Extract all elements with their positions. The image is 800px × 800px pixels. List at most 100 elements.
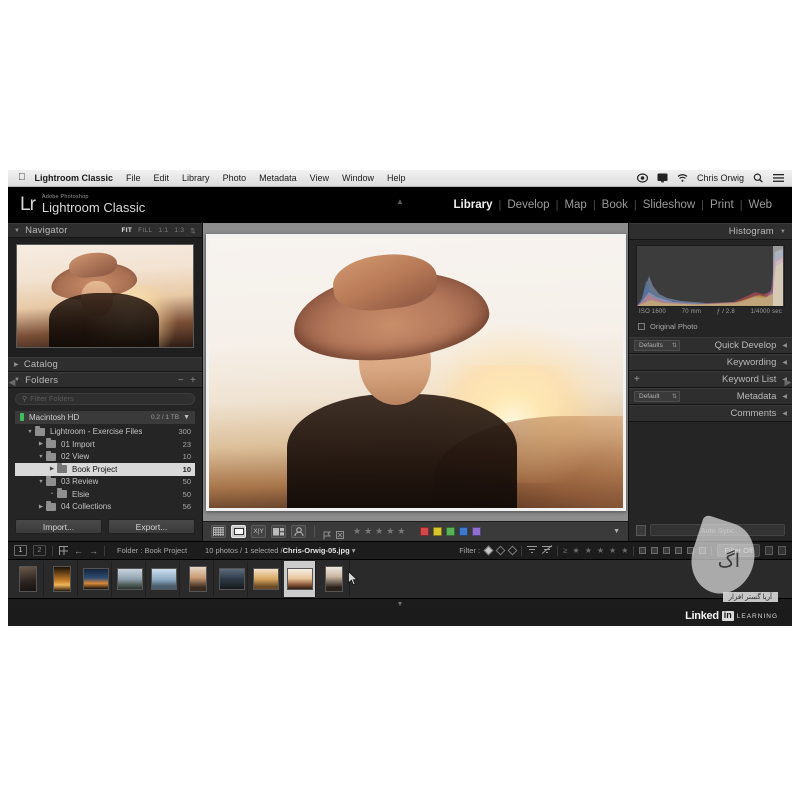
volume-menu-triangle-icon[interactable]: ▼: [183, 414, 190, 421]
flag-reject-icon[interactable]: [336, 527, 344, 539]
wifi-icon[interactable]: [677, 173, 688, 183]
right-panel-collapse-arrow-icon[interactable]: ▶: [785, 373, 792, 391]
metadata-panel-header[interactable]: Default ⇅ Metadata ◀: [629, 388, 792, 405]
filmstrip-item[interactable]: [216, 561, 248, 597]
checkbox-icon[interactable]: [638, 323, 645, 330]
folder-disclosure-icon[interactable]: •: [47, 491, 57, 497]
filter-star-5[interactable]: ★: [621, 546, 628, 555]
folder-disclosure-icon[interactable]: ▶: [47, 466, 57, 472]
module-library[interactable]: Library: [448, 199, 499, 211]
filmstrip-item[interactable]: [46, 561, 78, 597]
filmstrip-item[interactable]: [148, 561, 180, 597]
original-photo-toggle[interactable]: Original Photo: [629, 318, 792, 337]
keywording-disclosure-icon[interactable]: ◀: [782, 359, 787, 366]
filter-star-4[interactable]: ★: [609, 546, 616, 555]
secondary-window-button[interactable]: 2: [33, 545, 46, 556]
left-panel-collapse-arrow-icon[interactable]: ◀: [9, 373, 16, 391]
display-icon[interactable]: [657, 173, 668, 183]
folders-panel-header[interactable]: ▼ Folders − +: [8, 372, 202, 388]
import-button[interactable]: Import...: [15, 519, 102, 534]
star-1[interactable]: ★: [353, 527, 361, 536]
people-view-icon[interactable]: [291, 525, 306, 538]
control-center-icon[interactable]: [636, 173, 649, 183]
color-label-red[interactable]: [420, 527, 430, 536]
zoom-fit-button[interactable]: FIT: [122, 227, 133, 234]
module-book[interactable]: Book: [596, 199, 634, 211]
filmstrip-thumbnails[interactable]: [8, 559, 792, 599]
notification-center-icon[interactable]: [773, 173, 784, 183]
folder-row[interactable]: • Elsie 50: [15, 488, 195, 501]
star-4[interactable]: ★: [386, 527, 394, 536]
loupe-image-area[interactable]: [203, 223, 628, 521]
filmstrip-item[interactable]: [80, 561, 112, 597]
stepper-icon[interactable]: ⇅: [668, 342, 677, 349]
filter-star-2[interactable]: ★: [585, 546, 592, 555]
menu-photo[interactable]: Photo: [223, 173, 247, 183]
zoom-1-1-button[interactable]: 1:1: [158, 227, 168, 234]
star-2[interactable]: ★: [364, 527, 372, 536]
module-map[interactable]: Map: [558, 199, 592, 211]
add-keyword-button[interactable]: +: [634, 374, 640, 385]
comments-disclosure-icon[interactable]: ◀: [782, 410, 787, 417]
grid-view-icon[interactable]: [211, 525, 226, 538]
quick-develop-panel-header[interactable]: Defaults ⇅ Quick Develop ◀: [629, 337, 792, 354]
filter-star-1[interactable]: ★: [573, 546, 580, 555]
filter-flag-reject-icon[interactable]: [507, 545, 518, 556]
add-folder-button[interactable]: +: [190, 375, 196, 386]
rating-stars[interactable]: ★ ★ ★ ★ ★: [353, 527, 405, 536]
color-label-yellow[interactable]: [433, 527, 443, 536]
sort-ascending-icon[interactable]: [527, 545, 538, 556]
histogram-graph[interactable]: [636, 245, 785, 307]
color-label-purple[interactable]: [472, 527, 482, 536]
filter-color-label-blue[interactable]: [675, 547, 683, 554]
menu-help[interactable]: Help: [387, 173, 406, 183]
navigator-panel-header[interactable]: ▼ Navigator FIT FILL 1:1 1:3 ⇅: [8, 223, 202, 239]
filename-dropdown-caret-icon[interactable]: ▾: [352, 546, 356, 555]
star-3[interactable]: ★: [375, 527, 383, 536]
filmstrip-item[interactable]: [114, 561, 146, 597]
auto-sync-button[interactable]: Auto Sync: [650, 524, 785, 536]
go-forward-arrow-icon[interactable]: →: [89, 546, 98, 556]
filter-color-label-green[interactable]: [663, 547, 671, 554]
chevron-down-icon[interactable]: ▼: [397, 601, 404, 608]
zoom-1-3-button[interactable]: 1:3: [174, 227, 184, 234]
menu-metadata[interactable]: Metadata: [259, 173, 297, 183]
navigator-preview-image[interactable]: [16, 244, 194, 349]
folder-row[interactable]: ▶ 01 Import 23: [15, 438, 195, 451]
comments-panel-header[interactable]: Comments ◀: [629, 405, 792, 422]
top-panel-collapse-icon[interactable]: ▲: [396, 197, 404, 206]
filter-color-label-yellow[interactable]: [651, 547, 659, 554]
filmstrip-item[interactable]: [318, 561, 350, 597]
main-window-button[interactable]: 1: [14, 545, 27, 556]
flag-pick-icon[interactable]: [323, 527, 332, 540]
sync-toggle-switch[interactable]: [636, 524, 646, 536]
folder-disclosure-icon[interactable]: ▶: [36, 441, 46, 447]
menu-app-name[interactable]: Lightroom Classic: [35, 173, 114, 183]
folder-disclosure-icon[interactable]: ▼: [36, 479, 46, 485]
metadata-disclosure-icon[interactable]: ◀: [782, 393, 787, 400]
menu-view[interactable]: View: [310, 173, 329, 183]
filter-color-label-purple[interactable]: [687, 547, 695, 554]
histogram-disclosure-triangle-icon[interactable]: ▼: [780, 229, 786, 235]
zoom-stepper-icon[interactable]: ⇅: [190, 227, 196, 235]
menu-library[interactable]: Library: [182, 173, 210, 183]
filter-flag-pick-icon[interactable]: [483, 545, 494, 556]
filter-off-button[interactable]: Filter Off: [717, 544, 760, 557]
color-label-green[interactable]: [446, 527, 456, 536]
color-label-blue[interactable]: [459, 527, 469, 536]
quick-develop-preset-select[interactable]: Defaults ⇅: [634, 340, 680, 351]
menu-edit[interactable]: Edit: [154, 173, 170, 183]
folders-search-input[interactable]: ⚲ Filter Folders: [15, 392, 195, 406]
toolbar-options-caret-icon[interactable]: ▼: [613, 528, 620, 535]
export-button[interactable]: Export...: [108, 519, 195, 534]
navigator-disclosure-triangle-icon[interactable]: ▼: [14, 228, 20, 234]
module-slideshow[interactable]: Slideshow: [637, 199, 701, 211]
folder-disclosure-icon[interactable]: ▼: [25, 429, 35, 435]
folder-disclosure-icon[interactable]: ▶: [36, 504, 46, 510]
spotlight-search-icon[interactable]: [753, 173, 764, 183]
module-web[interactable]: Web: [743, 199, 778, 211]
filter-rating-operator[interactable]: ≥: [563, 546, 567, 555]
keywording-panel-header[interactable]: Keywording ◀: [629, 354, 792, 371]
catalog-disclosure-triangle-icon[interactable]: ▶: [14, 361, 19, 368]
filmstrip-item[interactable]: [12, 561, 44, 597]
